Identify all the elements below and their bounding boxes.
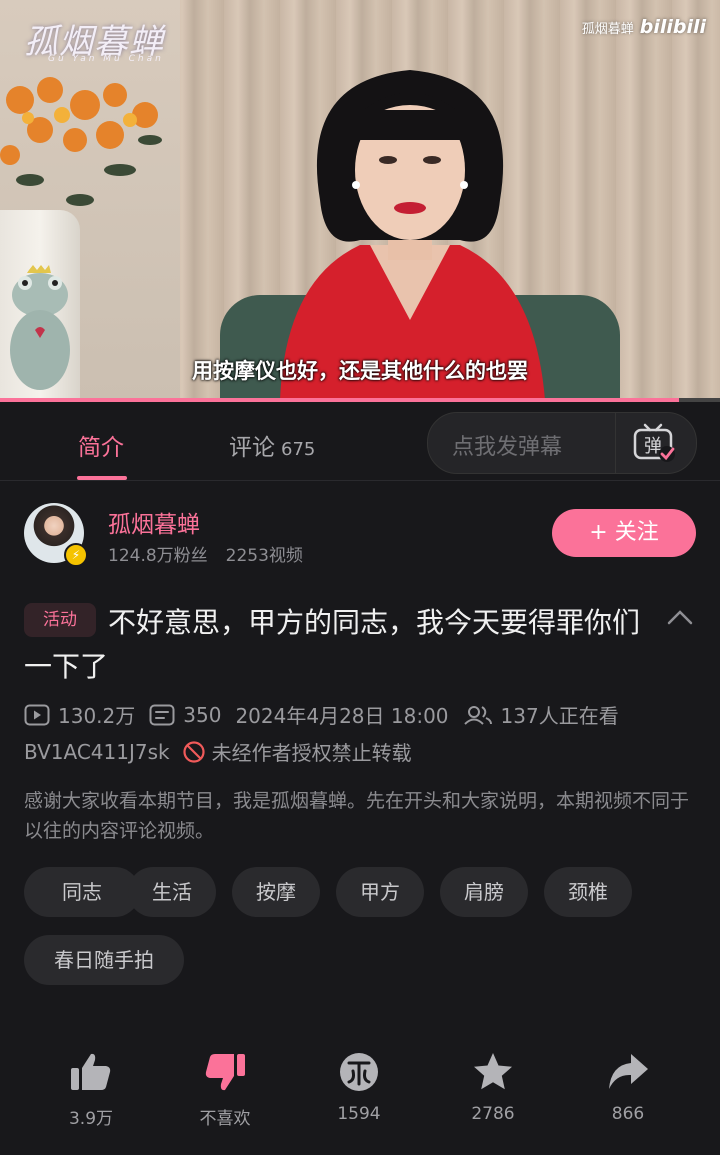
like-button[interactable]: 3.9万 xyxy=(41,1050,141,1129)
tag-chip[interactable]: 甲方 xyxy=(336,867,424,917)
verified-badge-icon: ⚡ xyxy=(64,543,88,567)
danmaku-count: 350 xyxy=(183,702,222,727)
video-bvid[interactable]: BV1AC411J7sk xyxy=(24,740,170,764)
follow-button[interactable]: + 关注 xyxy=(552,509,696,557)
no-repost-icon xyxy=(183,740,205,763)
dislike-label: 不喜欢 xyxy=(199,1109,251,1129)
tag-chip[interactable]: 春日随手拍 xyxy=(24,935,184,985)
publish-datetime: 2024年4月28日 18:00 xyxy=(235,704,449,728)
video-description: 感谢大家收看本期节目，我是孤烟暮蝉。先在开头和大家说明，本期视频不同于以往的内容… xyxy=(24,790,690,842)
favorite-button[interactable]: 2786 xyxy=(443,1050,543,1124)
thumbs-down-icon xyxy=(205,1054,245,1091)
chevron-up-icon[interactable] xyxy=(666,608,694,628)
tag-chip[interactable]: 肩膀 xyxy=(440,867,528,917)
detail-tabs: 简介 评论 675 点我发弹幕 弹 xyxy=(0,402,720,481)
thumbs-up-icon xyxy=(71,1053,111,1090)
tag-chip[interactable]: 颈椎 xyxy=(544,867,632,917)
watching-count: 137人正在看 xyxy=(500,704,619,728)
uploader-fans: 124.8万粉丝 xyxy=(108,546,208,566)
tab-intro[interactable]: 简介 xyxy=(78,428,124,462)
danmaku-count-icon xyxy=(149,704,175,725)
view-count: 130.2万 xyxy=(58,704,136,728)
uploader-name[interactable]: 孤烟暮蝉 xyxy=(108,505,200,539)
danmaku-toggle-icon[interactable]: 弹 xyxy=(631,423,677,463)
bilibili-watermark: 孤烟暮蝉 bilibili xyxy=(582,16,706,38)
copyright-notice: 未经作者授权禁止转载 xyxy=(211,741,412,765)
share-count: 866 xyxy=(611,1104,645,1124)
like-count: 3.9万 xyxy=(68,1109,114,1129)
viewers-icon xyxy=(463,705,492,725)
tab-comments-label: 评论 xyxy=(229,435,275,461)
coin-button[interactable]: 1594 xyxy=(309,1050,409,1124)
share-button[interactable]: 866 xyxy=(578,1050,678,1124)
host-person-image xyxy=(280,70,545,400)
coin-icon xyxy=(340,1053,378,1091)
coin-count: 1594 xyxy=(337,1104,381,1124)
video-title: 不好意思，甲方的同志，我今天要得罪你们一下了 xyxy=(24,606,641,683)
favorite-count: 2786 xyxy=(471,1104,515,1124)
tab-comments[interactable]: 评论 675 xyxy=(229,428,315,462)
dislike-button[interactable]: 不喜欢 xyxy=(175,1050,275,1129)
video-id-row: BV1AC411J7sk 未经作者授权禁止转载 xyxy=(24,737,412,766)
action-bar: 3.9万 不喜欢 1594 2786 866 xyxy=(0,1050,720,1140)
danmaku-input[interactable]: 点我发弹幕 弹 xyxy=(427,412,697,474)
comments-count: 675 xyxy=(281,439,316,460)
activity-tag[interactable]: 活动 xyxy=(24,603,96,637)
video-player[interactable]: 孤烟暮蝉 Gu Yan Mu Chan 孤烟暮蝉 bilibili 用按摩仪也好，… xyxy=(0,0,720,400)
video-meta: 130.2万 350 2024年4月28日 18:00 137人正在看 xyxy=(24,700,619,729)
tag-chip[interactable]: 生活 xyxy=(128,867,216,917)
play-count-icon xyxy=(24,704,50,725)
star-icon xyxy=(474,1053,512,1090)
uploader-videos: 2253视频 xyxy=(225,546,303,566)
danmaku-divider xyxy=(615,413,616,473)
uploader-stats: 124.8万粉丝 2253视频 xyxy=(108,541,303,566)
flower-bouquet-image xyxy=(0,77,162,206)
watermark-uploader-name: 孤烟暮蝉 xyxy=(581,22,634,37)
tag-chip[interactable]: 按摩 xyxy=(232,867,320,917)
video-subtitle: 用按摩仪也好，还是其他什么的也罢 xyxy=(192,359,528,383)
channel-logo-subtext: Gu Yan Mu Chan xyxy=(48,54,164,64)
share-icon xyxy=(609,1054,648,1089)
tab-active-indicator xyxy=(77,476,127,480)
watermark-brand: bilibili xyxy=(639,16,706,38)
tag-chip[interactable]: 同志 xyxy=(24,867,140,917)
danmaku-placeholder: 点我发弹幕 xyxy=(452,435,563,460)
